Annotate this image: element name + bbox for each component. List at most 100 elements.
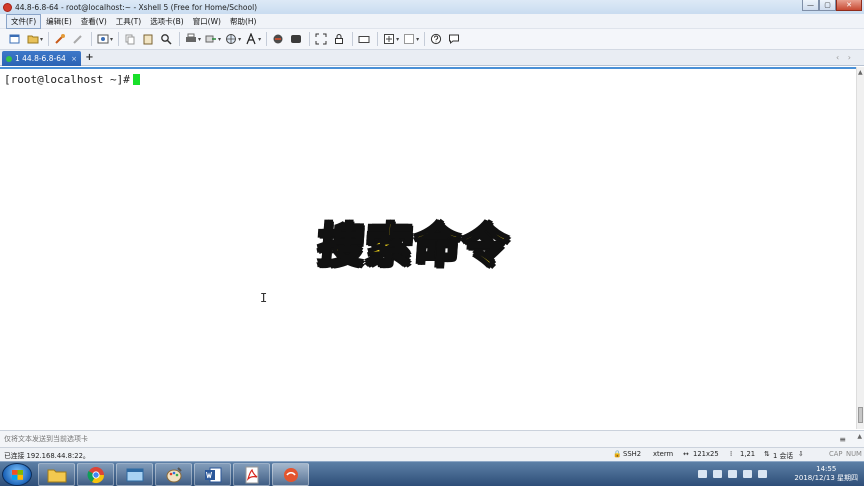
chevron-down-icon[interactable]: ▾ <box>396 36 399 43</box>
tab-close-icon[interactable]: × <box>71 55 77 63</box>
control-panel-taskbar-button[interactable] <box>116 463 153 486</box>
taskbar-clock[interactable]: 14:55 2018/12/13 星期四 <box>794 465 858 483</box>
status-bar: 已连接 192.168.44.8:22。 🔒 SSH2 xterm ↔ 121x… <box>0 447 864 461</box>
system-tray: 14:55 2018/12/13 星期四 <box>694 462 864 486</box>
keyboard-icon[interactable] <box>357 32 371 46</box>
tab-session-44-8-6-8-64[interactable]: 1 44.8-6.8-64 × <box>2 51 81 66</box>
menu-tools[interactable]: 工具(T) <box>112 15 145 28</box>
caps-lock-status: CAP <box>829 450 843 458</box>
add-button-icon[interactable] <box>382 32 396 46</box>
chat-icon[interactable] <box>447 32 461 46</box>
windows-taskbar: 14:55 2018/12/13 星期四 <box>0 461 864 486</box>
action-center-icon[interactable] <box>728 470 737 478</box>
chevron-down-icon[interactable]: ▾ <box>258 36 261 43</box>
reconnect-icon[interactable] <box>53 32 67 46</box>
toolbar-divider <box>352 32 354 46</box>
window-controls: — ▢ ✕ <box>802 0 862 12</box>
chevron-down-icon[interactable]: ▾ <box>110 36 113 43</box>
window-app-icon <box>126 468 143 481</box>
toolbar-divider <box>424 32 426 46</box>
copy-icon[interactable] <box>123 32 137 46</box>
menu-file[interactable]: 文件(F) <box>6 13 42 29</box>
protocol-status: SSH2 <box>623 450 642 458</box>
paste-icon[interactable] <box>141 32 155 46</box>
chevron-down-icon[interactable]: ▾ <box>218 36 221 43</box>
compose-menu-icon[interactable]: ≡ <box>839 435 846 444</box>
font-icon[interactable] <box>244 32 258 46</box>
globe-icon[interactable] <box>224 32 238 46</box>
terminal-prompt: [root@localhost ~]# <box>4 73 140 86</box>
terminal-cursor <box>132 74 140 85</box>
close-button[interactable]: ✕ <box>836 0 862 11</box>
chrome-taskbar-button[interactable] <box>77 463 114 486</box>
xmanager-icon[interactable] <box>289 32 303 46</box>
toolbar-divider <box>91 32 93 46</box>
open-folder-icon[interactable] <box>26 32 40 46</box>
volume-icon[interactable] <box>758 470 767 478</box>
terminal-scrollbar[interactable]: ▲ <box>856 67 864 429</box>
tab-scroll-arrows-icon[interactable]: ‹ › <box>836 53 854 62</box>
properties-icon[interactable] <box>96 32 110 46</box>
size-icon: ↔ <box>683 450 689 458</box>
terminal-area[interactable]: [root@localhost ~]# 搜索命令 I <box>0 67 856 429</box>
disconnect-icon[interactable] <box>71 32 85 46</box>
tray-icons <box>698 470 773 478</box>
word-taskbar-button[interactable] <box>194 463 231 486</box>
lock-icon[interactable] <box>332 32 346 46</box>
lock-status-icon: 🔒 <box>613 450 622 458</box>
clock-date: 2018/12/13 星期四 <box>794 474 858 482</box>
menu-edit[interactable]: 编辑(E) <box>42 15 76 28</box>
compose-scroll-icon[interactable]: ▲ <box>857 433 862 440</box>
help-icon[interactable] <box>429 32 443 46</box>
print-icon[interactable] <box>184 32 198 46</box>
maximize-button[interactable]: ▢ <box>819 0 836 11</box>
fullscreen-icon[interactable] <box>314 32 328 46</box>
network-icon[interactable] <box>743 470 752 478</box>
paint-icon <box>166 466 182 482</box>
chevron-down-icon[interactable]: ▾ <box>238 36 241 43</box>
folder-icon <box>47 469 66 482</box>
prompt-text: [root@localhost ~]# <box>4 73 130 86</box>
chevron-down-icon[interactable]: ▾ <box>416 36 419 43</box>
clock-time: 14:55 <box>816 465 837 473</box>
terminal-type-status: xterm <box>653 450 674 458</box>
keyboard-tray-icon[interactable] <box>698 470 707 478</box>
show-hidden-icons-icon[interactable] <box>713 470 722 478</box>
compose-bar: ≡ ▲ <box>0 430 864 447</box>
xftp-icon[interactable] <box>271 32 285 46</box>
new-session-icon[interactable] <box>8 32 22 46</box>
chevron-down-icon[interactable]: ▾ <box>40 36 43 43</box>
search-icon[interactable] <box>159 32 173 46</box>
menu-view[interactable]: 查看(V) <box>77 15 111 28</box>
chevron-down-icon[interactable]: ▾ <box>198 36 201 43</box>
menu-help[interactable]: 帮助(H) <box>226 15 261 28</box>
xshell-taskbar-button[interactable] <box>272 463 309 486</box>
toolbar-divider <box>377 32 379 46</box>
file-explorer-taskbar-button[interactable] <box>38 463 75 486</box>
toolbar-divider <box>118 32 120 46</box>
start-button[interactable] <box>2 463 32 486</box>
toolbar-divider <box>309 32 311 46</box>
overlay-caption: 搜索命令 <box>315 217 513 273</box>
scroll-up-icon[interactable]: ▲ <box>858 69 863 76</box>
connection-status: 已连接 192.168.44.8:22。 <box>4 452 90 460</box>
scroll-icon: ⇩ <box>798 450 804 458</box>
menu-tabs[interactable]: 选项卡(B) <box>146 15 188 28</box>
menu-window[interactable]: 窗口(W) <box>189 15 225 28</box>
word-icon <box>204 467 221 482</box>
add-tab-button[interactable]: + <box>83 52 96 65</box>
paint-taskbar-button[interactable] <box>155 463 192 486</box>
compose-input[interactable] <box>4 435 804 443</box>
minimize-button[interactable]: — <box>802 0 819 11</box>
layout-icon[interactable] <box>402 32 416 46</box>
chrome-icon <box>87 466 104 483</box>
scrollbar-thumb[interactable] <box>858 407 863 423</box>
toolbar-divider <box>179 32 181 46</box>
connected-status-icon <box>6 55 12 62</box>
pdf-reader-taskbar-button[interactable] <box>233 463 270 486</box>
menu-bar: 文件(F) 编辑(E) 查看(V) 工具(T) 选项卡(B) 窗口(W) 帮助(… <box>0 13 864 29</box>
num-lock-status: NUM <box>846 450 862 458</box>
xshell-app-icon[interactable] <box>3 2 12 12</box>
transfer-icon[interactable] <box>204 32 218 46</box>
tab-label: 1 44.8-6.8-64 <box>15 54 66 63</box>
